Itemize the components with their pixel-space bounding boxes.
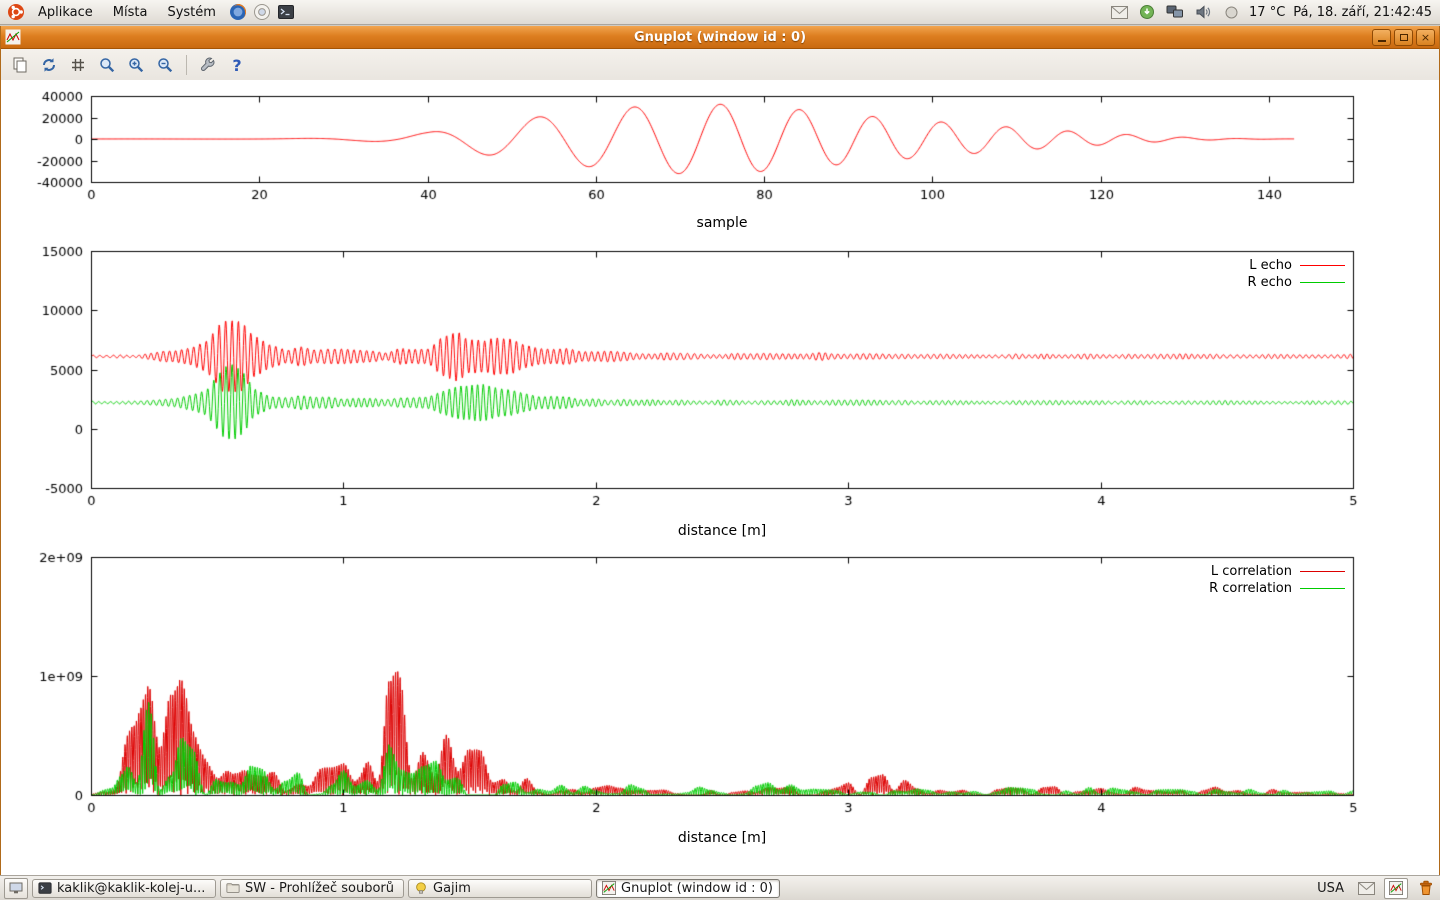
- help-button[interactable]: ?: [224, 52, 250, 78]
- taskbar-right-area: USA: [1313, 878, 1436, 899]
- task-button-terminal[interactable]: kaklik@kaklik-kolej-u...: [32, 879, 216, 898]
- weather-icon[interactable]: [1221, 2, 1241, 22]
- firefox-launcher-icon[interactable]: [228, 2, 248, 22]
- grid-toggle-button[interactable]: [65, 52, 91, 78]
- legend-entry: L correlation: [1209, 564, 1345, 578]
- toolbar-separator: [186, 55, 187, 75]
- chart3-xlabel: distance [m]: [91, 830, 1353, 846]
- zoom-fit-button[interactable]: [94, 52, 120, 78]
- panel-clock[interactable]: Pá, 18. září, 21:42:45: [1293, 5, 1434, 20]
- copy-to-clipboard-button[interactable]: [7, 52, 33, 78]
- echo-waveform-canvas[interactable]: [1, 243, 1440, 515]
- task-label: kaklik@kaklik-kolej-u...: [57, 881, 205, 896]
- help-browser-launcher-icon[interactable]: [252, 2, 272, 22]
- close-button[interactable]: ×: [1416, 29, 1435, 46]
- tray-mail-icon[interactable]: [1356, 878, 1376, 898]
- task-button-gnuplot[interactable]: Gnuplot (window id : 0): [596, 879, 780, 898]
- gnuplot-toolbar: ?: [1, 49, 1439, 82]
- window-controls: ×: [1372, 29, 1435, 46]
- legend-line-sample: [1300, 282, 1345, 283]
- gnuplot-window: Gnuplot (window id : 0) × ?: [0, 26, 1440, 875]
- plot-surface: sample L echo R echo distance [m] L corr…: [1, 80, 1439, 875]
- top-panel: Aplikace Místa Systém 17 °C Pá, 18. září…: [0, 0, 1440, 25]
- help-icon: ?: [232, 56, 241, 75]
- network-icon[interactable]: [1165, 2, 1185, 22]
- software-update-icon[interactable]: [1137, 2, 1157, 22]
- mail-icon[interactable]: [1109, 2, 1129, 22]
- terminal-launcher-icon[interactable]: [276, 2, 296, 22]
- window-title: Gnuplot (window id : 0): [1, 30, 1439, 45]
- chart2-legend: L echo R echo: [1247, 258, 1345, 289]
- minimize-button[interactable]: [1372, 29, 1391, 46]
- legend-label: R echo: [1247, 275, 1292, 290]
- chart2-xlabel: distance [m]: [91, 523, 1353, 539]
- menu-places[interactable]: Místa: [105, 3, 156, 22]
- legend-entry: R echo: [1247, 275, 1345, 289]
- window-titlebar[interactable]: Gnuplot (window id : 0) ×: [1, 26, 1439, 49]
- config-button[interactable]: [195, 52, 221, 78]
- legend-line-sample: [1300, 571, 1345, 572]
- legend-entry: L echo: [1247, 258, 1345, 272]
- weather-temperature[interactable]: 17 °C: [1249, 5, 1285, 20]
- menu-applications[interactable]: Aplikace: [30, 3, 101, 22]
- legend-line-sample: [1300, 265, 1345, 266]
- legend-entry: R correlation: [1209, 581, 1345, 595]
- task-label: SW - Prohlížeč souborů: [245, 881, 394, 896]
- panel-status-area: 17 °C Pá, 18. září, 21:42:45: [1109, 2, 1434, 22]
- volume-icon[interactable]: [1193, 2, 1213, 22]
- show-desktop-button[interactable]: [4, 878, 28, 899]
- legend-label: L correlation: [1211, 564, 1292, 579]
- zoom-in-button[interactable]: [123, 52, 149, 78]
- task-button-gajim[interactable]: Gajim: [408, 879, 592, 898]
- chart3-legend: L correlation R correlation: [1209, 564, 1345, 595]
- gnuplot-window-icon: [5, 29, 21, 45]
- trash-icon[interactable]: [1416, 878, 1436, 898]
- legend-line-sample: [1300, 588, 1345, 589]
- legend-label: L echo: [1249, 258, 1292, 273]
- ubuntu-logo-icon[interactable]: [6, 2, 26, 22]
- task-button-file-manager[interactable]: SW - Prohlížeč souborů: [220, 879, 404, 898]
- sample-waveform-canvas[interactable]: [1, 88, 1440, 208]
- panel-menus: Aplikace Místa Systém: [6, 2, 296, 22]
- tray-gnuplot-icon[interactable]: [1384, 878, 1408, 899]
- menu-system[interactable]: Systém: [159, 3, 223, 22]
- task-label: Gajim: [433, 881, 471, 896]
- refresh-button[interactable]: [36, 52, 62, 78]
- taskbar: kaklik@kaklik-kolej-u... SW - Prohlížeč …: [0, 875, 1440, 900]
- task-label: Gnuplot (window id : 0): [621, 881, 773, 896]
- keyboard-layout-indicator[interactable]: USA: [1313, 881, 1348, 896]
- chart1-xlabel: sample: [91, 215, 1353, 231]
- legend-label: R correlation: [1209, 581, 1292, 596]
- maximize-button[interactable]: [1394, 29, 1413, 46]
- zoom-out-button[interactable]: [152, 52, 178, 78]
